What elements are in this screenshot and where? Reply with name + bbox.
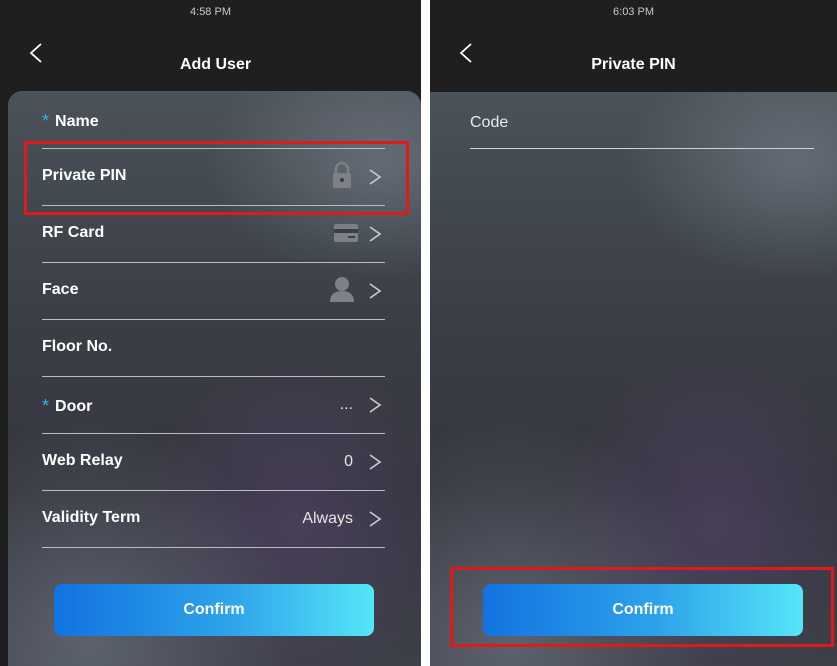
door-label: * Door — [42, 396, 93, 416]
page-title: Add User — [179, 56, 252, 73]
web-relay-label: Web Relay — [42, 452, 123, 469]
face-row[interactable]: Face — [42, 263, 385, 320]
code-input-underline[interactable] — [470, 148, 814, 149]
page-title: Private PIN — [591, 56, 676, 73]
highlight-box-confirm — [450, 567, 834, 647]
web-relay-value: 0 — [344, 453, 353, 470]
chevron-right-icon — [367, 279, 383, 303]
name-label: * Name — [42, 111, 99, 131]
chevron-right-icon — [367, 450, 383, 474]
required-marker: * — [42, 111, 50, 131]
validity-term-value: Always — [302, 510, 353, 527]
chevron-right-icon — [367, 222, 383, 246]
person-icon — [329, 275, 355, 303]
floor-no-row[interactable]: Floor No. — [42, 320, 385, 377]
status-time: 4:58 PM — [190, 6, 231, 18]
required-marker: * — [42, 396, 50, 416]
web-relay-row[interactable]: Web Relay 0 — [42, 434, 385, 491]
door-value: ... — [339, 396, 353, 413]
chevron-right-icon — [367, 393, 383, 417]
validity-term-label: Validity Term — [42, 509, 141, 526]
floor-no-label: Floor No. — [42, 338, 113, 355]
validity-term-row[interactable]: Validity Term Always — [42, 491, 385, 548]
code-field-label[interactable]: Code — [470, 114, 508, 132]
add-user-screen: 4:58 PM Add User * Name Private PIN RF Ca… — [0, 0, 421, 666]
door-row[interactable]: * Door ... — [42, 377, 385, 434]
card-icon — [333, 222, 359, 250]
confirm-button[interactable]: Confirm — [54, 584, 374, 636]
rf-card-label: RF Card — [42, 224, 105, 241]
status-time: 6:03 PM — [613, 6, 654, 18]
face-label: Face — [42, 281, 79, 298]
highlight-box-private-pin — [24, 141, 409, 215]
chevron-right-icon — [367, 507, 383, 531]
